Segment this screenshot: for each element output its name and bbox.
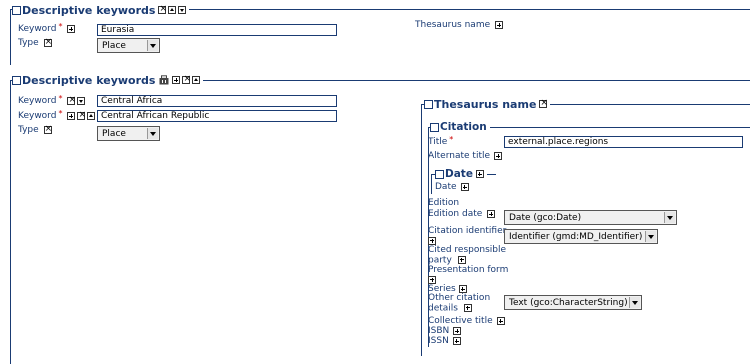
section1-legend: Descriptive keywords — [12, 3, 190, 17]
move-up-icon[interactable] — [87, 112, 96, 120]
required-mark: * — [449, 134, 454, 144]
section2-border-left — [10, 80, 11, 364]
presentation-form-label: Presentation form — [428, 265, 508, 286]
citation-checkbox[interactable] — [430, 122, 439, 132]
edition-date-label: Edition date — [428, 209, 496, 219]
keyword-label: Keyword * — [18, 108, 96, 121]
section1-title: Descriptive keywords — [22, 3, 156, 17]
citation-identifier-label: Citation identifier — [428, 226, 506, 247]
alternate-title-label: Alternate title — [428, 151, 503, 161]
cited-responsible-party-label: Cited responsible party — [428, 245, 507, 265]
required-mark: * — [58, 108, 63, 118]
thesaurus-checkbox[interactable] — [424, 99, 433, 109]
keyword-label: Keyword * — [18, 21, 76, 34]
title-input[interactable]: external.place.regions — [504, 136, 743, 148]
remove-icon[interactable] — [77, 110, 86, 120]
move-up-icon[interactable] — [168, 6, 177, 14]
add-icon[interactable] — [453, 327, 462, 335]
thesaurus-name-label: Thesaurus name — [415, 20, 504, 30]
edition-label: Edition — [428, 198, 460, 208]
chevron-down-icon — [645, 231, 656, 242]
add-icon[interactable] — [494, 152, 503, 160]
date-legend: Date — [435, 167, 487, 181]
type-label: Type — [18, 37, 52, 48]
section1-border-left — [10, 9, 11, 65]
keyword-label: Keyword * — [18, 93, 86, 106]
chevron-down-icon — [147, 128, 158, 139]
other-citation-details-label: Other citation details — [428, 293, 491, 313]
thesaurus-picker-icon[interactable] — [159, 75, 170, 85]
add-icon[interactable] — [496, 317, 505, 325]
title-label: Title * — [428, 134, 454, 148]
date-title: Date — [445, 168, 473, 180]
date-checkbox[interactable] — [435, 169, 444, 179]
add-icon[interactable] — [463, 303, 472, 312]
issn-label: ISSN — [428, 336, 461, 346]
add-icon[interactable] — [487, 210, 496, 218]
section2-checkbox[interactable] — [12, 75, 21, 85]
add-icon[interactable] — [67, 25, 76, 33]
thesaurus-legend: Thesaurus name — [424, 97, 551, 111]
keyword-input[interactable]: Central African Republic — [97, 110, 337, 122]
move-down-icon[interactable] — [77, 97, 86, 105]
move-up-icon[interactable] — [192, 76, 201, 84]
section2-title: Descriptive keywords — [22, 73, 156, 87]
edition-date-select[interactable]: Date (gco:Date) — [504, 210, 677, 225]
collective-title-label: Collective title — [428, 316, 505, 326]
add-icon[interactable] — [67, 112, 76, 120]
date-border-left — [431, 174, 432, 194]
chevron-down-icon — [629, 297, 640, 308]
citation-title: Citation — [440, 121, 487, 133]
add-icon[interactable] — [458, 285, 467, 293]
add-icon[interactable] — [457, 255, 466, 264]
keyword-input[interactable]: Central Africa — [97, 95, 337, 107]
required-mark: * — [58, 21, 63, 31]
add-icon[interactable] — [475, 170, 484, 178]
type-select[interactable]: Place — [97, 126, 160, 141]
citation-identifier-select[interactable]: Identifier (gmd:MD_Identifier) — [504, 229, 658, 244]
section2-legend: Descriptive keywords — [12, 73, 204, 87]
other-citation-details-select[interactable]: Text (gco:CharacterString) — [504, 295, 642, 310]
date-label: Date — [435, 182, 469, 192]
thesaurus-border-left — [421, 104, 422, 356]
type-select[interactable]: Place — [97, 38, 160, 53]
remove-icon[interactable] — [67, 95, 76, 105]
citation-legend: Citation — [430, 120, 490, 134]
chevron-down-icon — [147, 40, 158, 51]
remove-icon[interactable] — [539, 98, 548, 108]
type-label: Type — [18, 124, 52, 135]
move-down-icon[interactable] — [178, 6, 187, 14]
thesaurus-title: Thesaurus name — [434, 97, 537, 111]
remove-icon[interactable] — [158, 4, 167, 14]
remove-icon[interactable] — [182, 74, 191, 84]
add-icon[interactable] — [495, 21, 504, 29]
add-icon[interactable] — [428, 275, 436, 284]
add-icon[interactable] — [172, 76, 181, 84]
keyword-input[interactable]: Eurasia — [97, 24, 337, 36]
remove-icon[interactable] — [43, 124, 52, 134]
remove-icon[interactable] — [43, 37, 52, 47]
isbn-label: ISBN — [428, 326, 462, 336]
section1-checkbox[interactable] — [12, 5, 21, 15]
add-icon[interactable] — [428, 236, 436, 245]
chevron-down-icon — [664, 212, 675, 223]
add-icon[interactable] — [452, 337, 461, 345]
required-mark: * — [58, 93, 63, 103]
add-icon[interactable] — [460, 183, 469, 191]
